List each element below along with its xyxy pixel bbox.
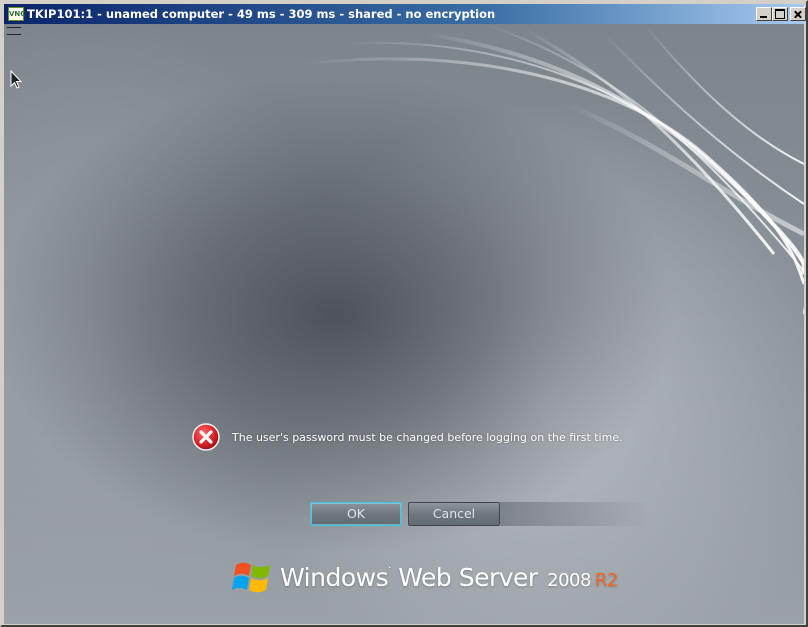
ok-button[interactable]: OK — [310, 502, 402, 526]
remote-desktop-view[interactable]: The user's password must be changed befo… — [4, 24, 804, 624]
trademark-dot: · — [388, 562, 391, 574]
background-swirl — [303, 24, 804, 314]
mouse-pointer-icon — [10, 70, 22, 89]
windows-wordmark: Windows· Web Server 2008 R2 — [280, 563, 618, 592]
cancel-button[interactable]: Cancel — [408, 502, 500, 526]
vnc-viewer-window: VNC TKIP101:1 - unamed computer - 49 ms … — [0, 0, 808, 627]
vnc-app-icon[interactable]: VNC — [8, 7, 25, 21]
error-message-row: The user's password must be changed befo… — [192, 421, 623, 453]
windows-branding: Windows· Web Server 2008 R2 — [230, 554, 618, 600]
product-name: Windows — [280, 562, 389, 592]
window-title: TKIP101:1 - unamed computer - 49 ms - 30… — [27, 7, 496, 21]
error-message-text: The user's password must be changed befo… — [232, 430, 623, 444]
close-button[interactable] — [790, 7, 806, 21]
version-year: 2008 — [547, 569, 591, 591]
viewer-menu-icon[interactable] — [7, 27, 21, 35]
release-name: R2 — [594, 569, 618, 591]
maximize-button[interactable] — [772, 7, 788, 21]
edition-name: Web Server — [398, 562, 538, 592]
minimize-button[interactable] — [756, 7, 772, 21]
error-x-icon — [192, 423, 220, 451]
title-bar[interactable]: VNC TKIP101:1 - unamed computer - 49 ms … — [4, 4, 806, 24]
windows-flag-icon — [232, 562, 270, 593]
button-bar-decoration — [500, 502, 650, 526]
